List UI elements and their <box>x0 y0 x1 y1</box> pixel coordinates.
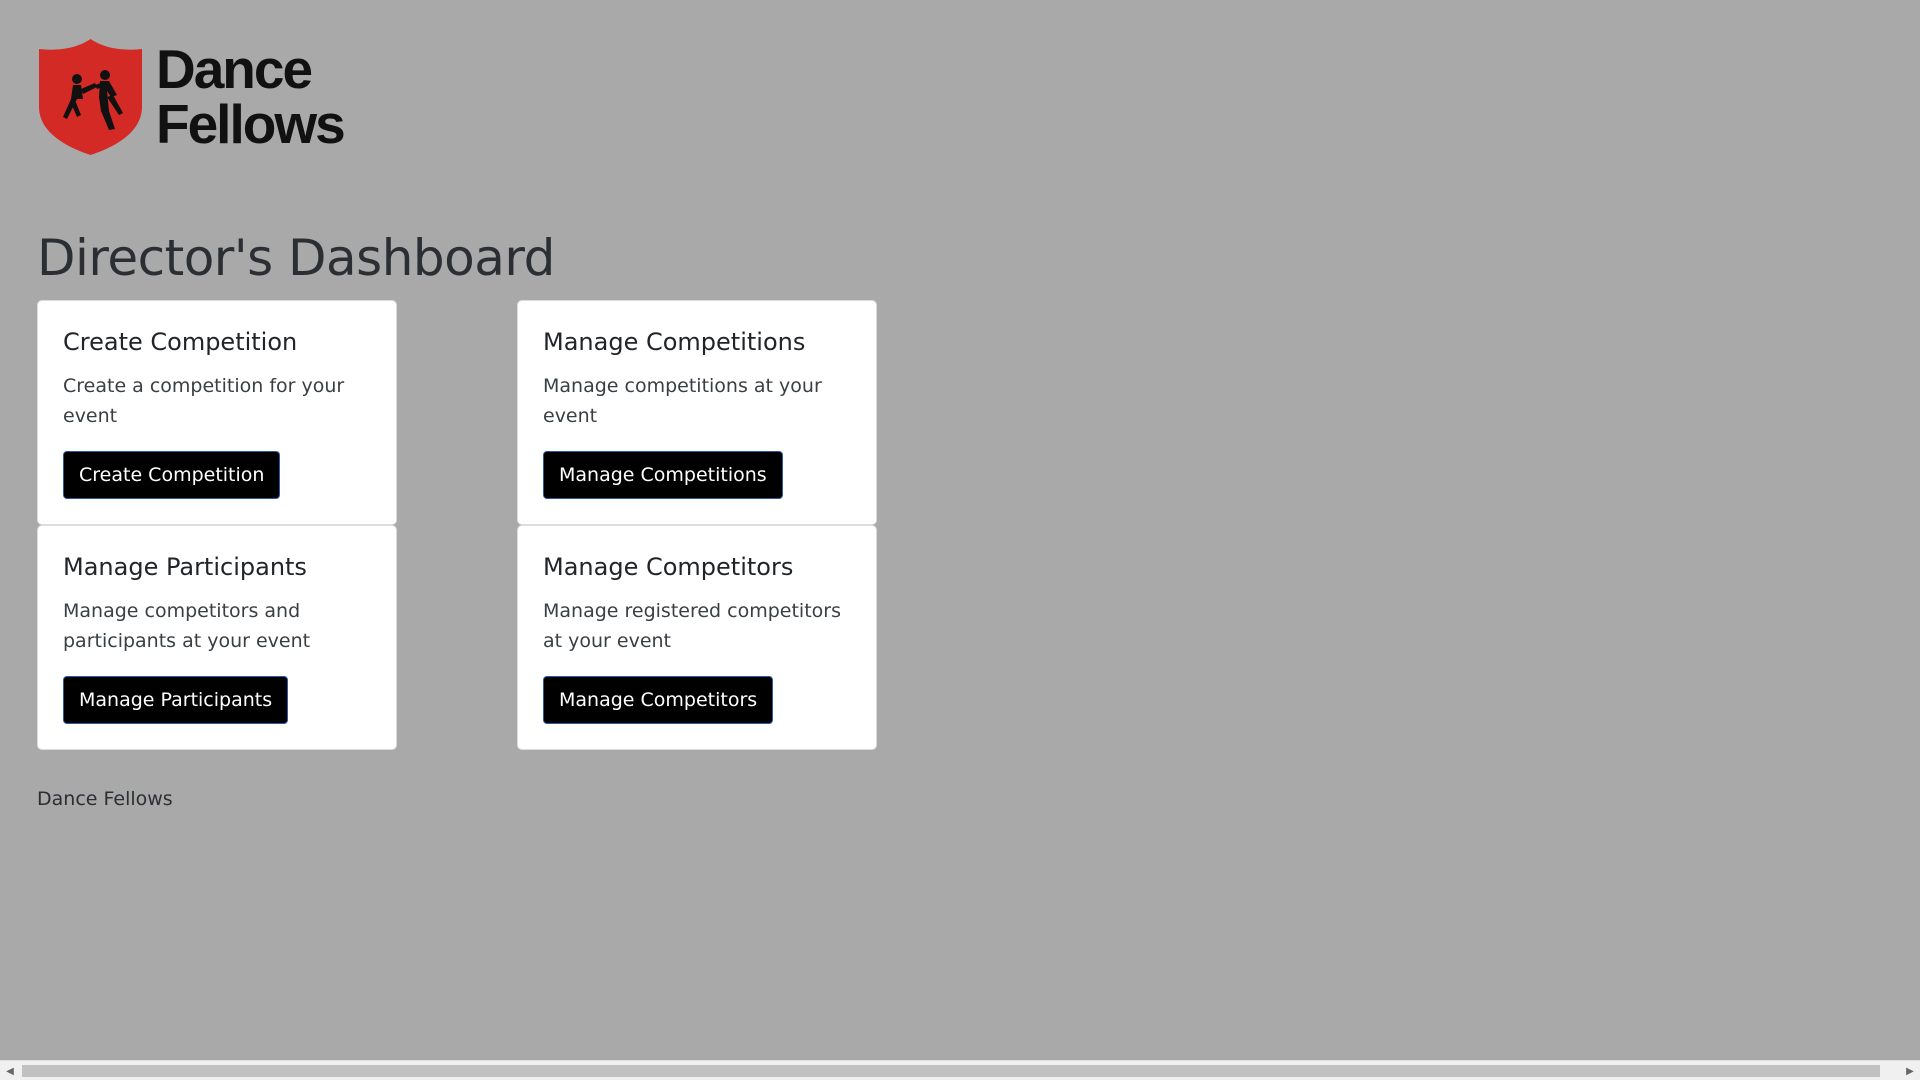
card-manage-participants: Manage Participants Manage competitors a… <box>37 525 397 750</box>
card-title: Manage Competitions <box>543 328 806 356</box>
triangle-left-icon[interactable]: ◀ <box>0 1061 20 1080</box>
triangle-right-icon[interactable]: ▶ <box>1900 1061 1920 1080</box>
card-text: Manage competitors and participants at y… <box>63 600 311 652</box>
footer-brand-text: Dance Fellows <box>37 788 173 810</box>
shield-dancers-icon <box>39 39 142 155</box>
card-title: Manage Competitors <box>543 553 794 581</box>
manage-competitions-button[interactable]: Manage Competitions <box>543 451 783 499</box>
page: Dance Fellows Director's Dashboard Creat… <box>0 0 1920 1080</box>
card-text: Manage registered competitors at your ev… <box>543 600 841 652</box>
card-create-competition: Create Competition Create a competition … <box>37 300 397 525</box>
card-title: Create Competition <box>63 328 298 356</box>
dance-fellows-logo[interactable]: Dance Fellows <box>37 37 346 157</box>
card-text: Manage competitions at your event <box>543 375 822 427</box>
page-title: Director's Dashboard <box>37 229 555 287</box>
manage-participants-button[interactable]: Manage Participants <box>63 676 289 724</box>
manage-competitors-button[interactable]: Manage Competitors <box>543 676 774 724</box>
logo-line-1: Dance <box>156 38 313 100</box>
card-manage-competitors: Manage Competitors Manage registered com… <box>517 525 877 750</box>
card-manage-competitions: Manage Competitions Manage competitions … <box>517 300 877 525</box>
logo-wordmark: Dance Fellows <box>156 38 346 155</box>
horizontal-scrollbar[interactable]: ◀ ▶ <box>0 1060 1920 1080</box>
create-competition-button[interactable]: Create Competition <box>63 451 281 499</box>
card-text: Create a competition for your event <box>63 375 345 427</box>
scrollbar-thumb[interactable] <box>22 1065 1880 1077</box>
card-title: Manage Participants <box>63 553 307 581</box>
logo-line-2: Fellows <box>156 93 346 155</box>
